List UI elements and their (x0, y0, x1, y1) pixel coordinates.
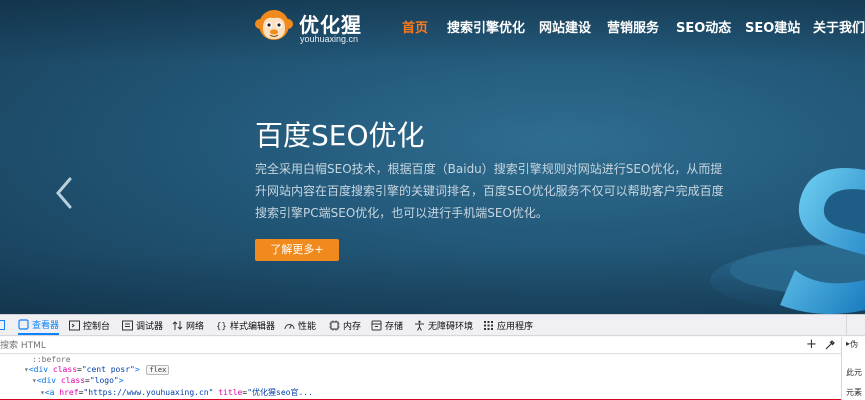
tab-label: 调试器 (136, 321, 164, 332)
tag-close: > (118, 376, 124, 385)
performance-icon (284, 323, 295, 329)
sidebar-line: 此元 (846, 368, 862, 377)
nav-item-home[interactable]: 首页 (402, 17, 428, 36)
tree-node-div-cent[interactable]: ▾<div class="cent posr"> flex (24, 365, 170, 375)
tag-open: <div (36, 376, 57, 385)
pseudo-element: ::before (32, 355, 71, 364)
rules-sidebar: ▸ 伪 此元 元素 (841, 337, 865, 400)
inspector-icon (18, 318, 29, 330)
html-search-input[interactable] (0, 339, 200, 352)
attr-name: title (218, 388, 243, 397)
markup-tree: ::before ▾<div class="cent posr"> flex ▾… (0, 355, 841, 400)
nav-item-seo-site[interactable]: SEO建站 (745, 17, 800, 36)
tab-label: 查看器 (32, 320, 60, 331)
sidebar-line: ▸ 伪 (846, 339, 859, 349)
tab-network[interactable]: 网络 (172, 315, 204, 335)
tab-accessibility[interactable]: 无障碍环境 (414, 315, 473, 335)
attr-value: "优化猩seo官... (247, 388, 313, 397)
devtools-panel: 查看器 控制台 调试器 网络 {} 样式编辑器 性能 内存 存储 无障碍环境 应… (0, 314, 865, 400)
tree-node-before[interactable]: ::before (32, 355, 71, 364)
accessibility-icon (415, 320, 424, 331)
sidebar-line: 元素 (846, 388, 862, 397)
tab-storage[interactable]: 存储 (371, 315, 403, 335)
attr-name: class (52, 365, 78, 374)
attr-name: href (59, 388, 79, 397)
attr-value: "cent posr" (81, 365, 135, 374)
website-hero: 优化猩 youhuaxing.cn 首页 搜索引擎优化 网站建设 营销服务 SE… (0, 0, 865, 314)
console-icon (69, 320, 80, 330)
attr-value: "https://www.youhuaxing.cn" (83, 388, 214, 397)
tab-label: 样式编辑器 (230, 321, 276, 332)
tab-label: 控制台 (83, 321, 111, 332)
nav-item-web-build[interactable]: 网站建设 (539, 17, 591, 36)
tag-open: <a (44, 388, 55, 397)
tab-label: 存储 (385, 321, 404, 332)
tab-label: 内存 (343, 321, 362, 332)
nav-item-about[interactable]: 关于我们 (813, 17, 865, 36)
tab-application[interactable]: 应用程序 (483, 315, 533, 335)
site-logo[interactable]: 优化猩 youhuaxing.cn (254, 6, 364, 46)
memory-icon (329, 320, 340, 330)
element-picker-icon[interactable] (0, 320, 5, 330)
add-node-button[interactable]: + (806, 338, 817, 352)
svg-text:{}: {} (216, 322, 227, 331)
tab-performance[interactable]: 性能 (284, 315, 316, 335)
attr-value: "logo" (89, 376, 119, 385)
tab-style-editor[interactable]: {} 样式编辑器 (216, 315, 275, 335)
tab-label: 应用程序 (497, 321, 534, 332)
tab-label: 网络 (186, 321, 205, 332)
tab-console[interactable]: 控制台 (69, 315, 110, 335)
application-icon (484, 320, 493, 330)
tree-node-div-logo[interactable]: ▾<div class="logo"> (32, 376, 124, 385)
sidebar-text: 伪 (850, 340, 859, 349)
tab-label: 无障碍环境 (428, 321, 474, 332)
devtools-toolbar: 查看器 控制台 调试器 网络 {} 样式编辑器 性能 内存 存储 无障碍环境 应… (0, 315, 865, 336)
logo-subtitle: youhuaxing.cn (300, 34, 359, 44)
nav-item-seo-news[interactable]: SEO动态 (676, 17, 731, 36)
html-search-row: + (0, 337, 841, 354)
hero-title: 百度SEO优化 (255, 119, 425, 152)
tab-label: 性能 (298, 321, 317, 332)
nav-item-marketing[interactable]: 营销服务 (607, 17, 659, 36)
tab-memory[interactable]: 内存 (329, 315, 361, 335)
nav-item-seo[interactable]: 搜索引擎优化 (447, 17, 525, 36)
tab-debugger[interactable]: 调试器 (122, 315, 163, 335)
network-icon (172, 320, 183, 330)
learn-more-button[interactable]: 了解更多+ (255, 239, 339, 261)
debugger-icon (122, 320, 133, 330)
attr-name: class (60, 376, 86, 385)
devtools-toolbar-right (846, 315, 865, 336)
hero-description: 完全采用白帽SEO技术，根据百度（Baidu）搜索引擎规则对网站进行SEO优化，… (255, 162, 724, 220)
tag-close: > (134, 365, 140, 374)
storage-icon (371, 320, 382, 330)
s-letter-decoration-icon (710, 168, 865, 314)
tab-inspector[interactable]: 查看器 (18, 315, 60, 335)
flex-badge[interactable]: flex (146, 365, 170, 375)
style-editor-icon: {} (216, 322, 227, 331)
tag-open: <div (28, 365, 49, 374)
carousel-prev-icon[interactable] (50, 176, 80, 210)
tree-node-a[interactable]: ▾<a href="https://www.youhuaxing.cn" tit… (40, 387, 313, 398)
eyedropper-icon[interactable] (824, 339, 836, 351)
monkey-mascot-icon (255, 10, 293, 40)
